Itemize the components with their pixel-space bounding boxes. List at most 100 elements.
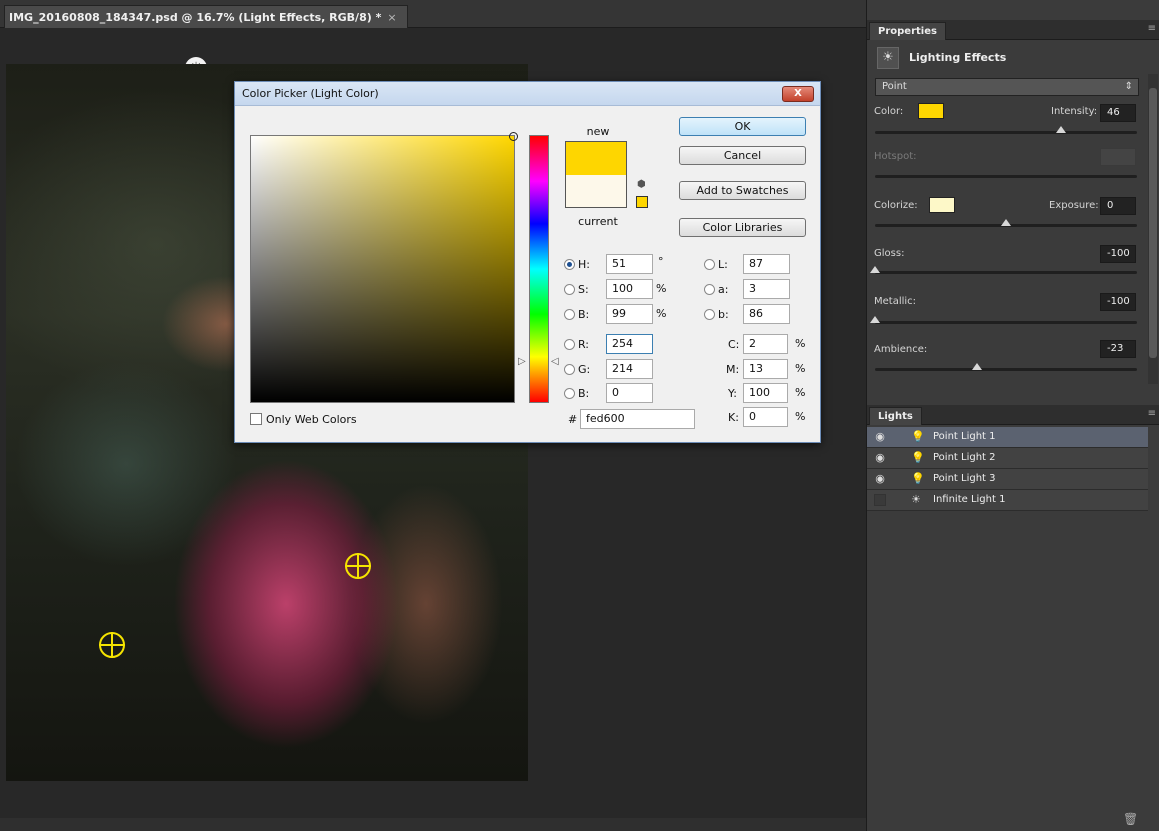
brightness-label: B: [578,308,590,321]
a-input[interactable]: 3 [743,279,790,299]
ambience-input[interactable]: -23 [1100,340,1136,358]
radio-dot[interactable] [564,259,575,270]
current-color-swatch[interactable] [565,175,627,208]
exposure-label: Exposure: [1049,200,1099,211]
red-input[interactable]: 254 [606,334,653,354]
slider-thumb[interactable] [870,316,880,323]
ok-button[interactable]: OK [679,117,806,136]
colorize-label: Colorize: [874,200,918,211]
radio-dot[interactable] [564,284,575,295]
trash-icon[interactable]: 🗑 [1123,812,1138,826]
radio-dot[interactable] [704,309,715,320]
radio-dot[interactable] [564,364,575,375]
eye-icon[interactable]: ◉ [873,472,887,486]
gloss-slider[interactable] [870,266,1137,274]
eye-icon[interactable]: ◉ [873,430,887,444]
g-radio[interactable]: G: [564,363,590,376]
properties-scrollbar[interactable] [1148,74,1158,384]
colorize-swatch[interactable] [929,197,955,213]
checkbox-box[interactable] [250,413,262,425]
h-radio[interactable]: H: [564,258,590,271]
exposure-input[interactable]: 0 [1100,197,1136,215]
slider-thumb[interactable] [1056,126,1067,133]
cube-icon[interactable]: ⬢ [637,179,646,190]
document-tab-title: IMG_20160808_184347.psd @ 16.7% (Light E… [9,11,382,24]
properties-panel-header: Properties ≡ [867,20,1159,40]
l-label: L: [718,258,728,271]
s-radio[interactable]: S: [564,283,589,296]
lab-b-input[interactable]: 86 [743,304,790,324]
blue-radio[interactable]: B: [564,387,589,400]
web-safe-swatch[interactable] [636,196,648,208]
metallic-input[interactable]: -100 [1100,293,1136,311]
ambience-slider[interactable] [875,363,1137,371]
brightness-radio[interactable]: B: [564,308,589,321]
panel-menu-icon[interactable]: ≡ [1148,23,1156,34]
radio-dot[interactable] [704,259,715,270]
r-radio[interactable]: R: [564,338,589,351]
only-web-colors-checkbox[interactable]: Only Web Colors [250,413,357,426]
brightness-input[interactable]: 99 [606,304,653,324]
document-tab-close-icon[interactable]: × [387,11,396,24]
metallic-label: Metallic: [874,296,917,307]
lights-list: ◉ 💡 Point Light 1 ◉ 💡 Point Light 2 ◉ 💡 … [867,427,1148,511]
visibility-toggle[interactable] [874,494,886,506]
saturation-input[interactable]: 100 [606,279,653,299]
yellow-input[interactable]: 100 [743,383,788,403]
point-light-target-icon[interactable] [345,553,371,579]
l-input[interactable]: 87 [743,254,790,274]
color-field-marker[interactable] [509,132,518,141]
intensity-slider[interactable] [875,126,1137,134]
intensity-input[interactable]: 46 [1100,104,1136,122]
brightness-unit: % [656,307,667,320]
light-row-point-light-2[interactable]: ◉ 💡 Point Light 2 [867,448,1148,469]
light-row-point-light-3[interactable]: ◉ 💡 Point Light 3 [867,469,1148,490]
eye-icon[interactable]: ◉ [873,451,887,465]
saturation-brightness-field[interactable] [250,132,518,403]
dialog-title-bar[interactable]: Color Picker (Light Color) X [235,82,820,106]
blue-label: B: [578,387,590,400]
slider-thumb[interactable] [1001,219,1011,226]
color-libraries-button[interactable]: Color Libraries [679,218,806,237]
radio-dot[interactable] [564,309,575,320]
blue-input[interactable]: 0 [606,383,653,403]
light-row-point-light-1[interactable]: ◉ 💡 Point Light 1 [867,427,1148,448]
hue-slider[interactable] [529,135,549,403]
document-tab[interactable]: IMG_20160808_184347.psd @ 16.7% (Light E… [4,5,408,28]
slider-thumb[interactable] [870,266,880,273]
add-to-swatches-button[interactable]: Add to Swatches [679,181,806,200]
lights-tab[interactable]: Lights [869,407,922,425]
hex-input[interactable]: fed600 [580,409,695,429]
dialog-close-button[interactable]: X [782,86,814,102]
radio-dot[interactable] [564,388,575,399]
intensity-label: Intensity: [1051,106,1098,117]
a-radio[interactable]: a: [704,283,728,296]
light-row-infinite-light-1[interactable]: ☀ Infinite Light 1 [867,490,1148,511]
l-radio[interactable]: L: [704,258,728,271]
green-input[interactable]: 214 [606,359,653,379]
light-name: Point Light 1 [933,431,996,442]
hue-slider-left-arrow-icon[interactable]: ▷ [518,357,526,367]
canvas-scrollbar[interactable] [0,818,866,831]
metallic-slider[interactable] [870,316,1137,324]
cyan-input[interactable]: 2 [743,334,788,354]
scrollbar-thumb[interactable] [1149,88,1157,358]
hue-slider-right-arrow-icon[interactable]: ◁ [551,357,559,367]
panel-menu-icon[interactable]: ≡ [1148,408,1156,419]
magenta-input[interactable]: 13 [743,359,788,379]
properties-tab[interactable]: Properties [869,22,946,40]
radio-dot[interactable] [564,339,575,350]
cancel-button[interactable]: Cancel [679,146,806,165]
exposure-slider[interactable] [875,219,1137,227]
light-color-swatch[interactable] [918,103,944,119]
hue-input[interactable]: 51 [606,254,653,274]
radio-dot[interactable] [704,284,715,295]
h-label: H: [578,258,590,271]
slider-thumb[interactable] [972,363,983,370]
a-label: a: [718,283,729,296]
point-light-target-icon[interactable] [99,632,125,658]
black-input[interactable]: 0 [743,407,788,427]
lab-b-radio[interactable]: b: [704,308,729,321]
light-type-select[interactable]: Point ⇕ [875,78,1139,96]
gloss-input[interactable]: -100 [1100,245,1136,263]
